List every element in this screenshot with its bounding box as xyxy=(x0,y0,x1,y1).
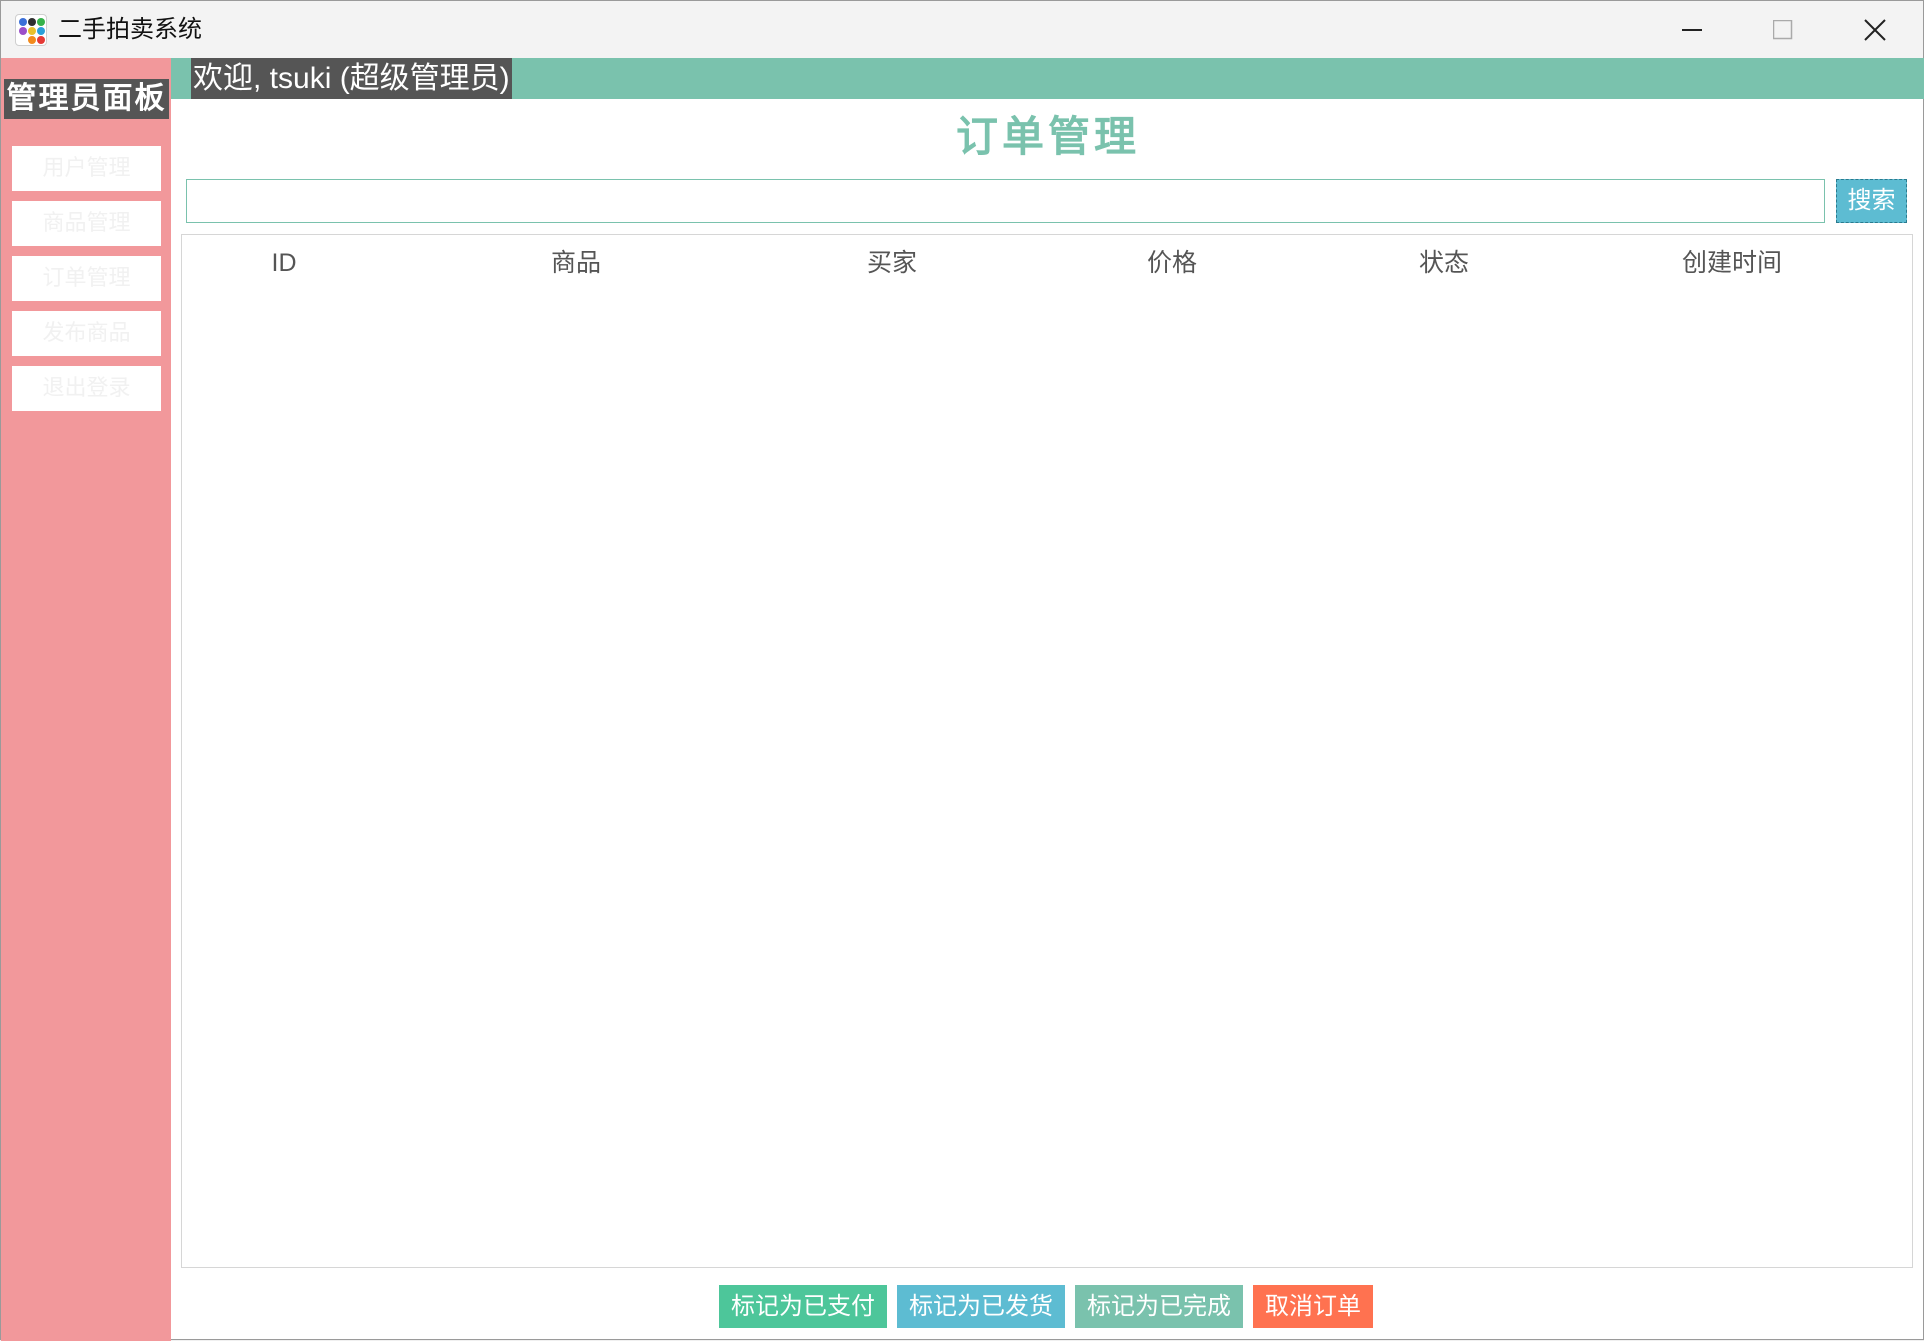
app-logo-icon xyxy=(15,14,47,46)
minimize-icon xyxy=(1682,28,1702,31)
column-header-status[interactable]: 状态 xyxy=(1364,245,1524,281)
sidebar-title: 管理员面板 xyxy=(4,79,169,119)
sidebar-item-logout[interactable]: 退出登录 xyxy=(12,366,161,411)
window-title: 二手拍卖系统 xyxy=(58,15,202,43)
column-header-price[interactable]: 价格 xyxy=(1092,245,1252,281)
maximize-button[interactable] xyxy=(1737,1,1829,58)
welcome-bar: 欢迎, tsuki (超级管理员) xyxy=(171,58,1924,99)
close-icon xyxy=(1864,18,1886,41)
search-input[interactable] xyxy=(186,179,1825,223)
minimize-button[interactable] xyxy=(1646,1,1738,58)
sidebar-item-user-management[interactable]: 用户管理 xyxy=(12,146,161,191)
close-button[interactable] xyxy=(1829,1,1921,58)
mark-paid-button[interactable]: 标记为已支付 xyxy=(719,1285,887,1328)
search-button[interactable]: 搜索 xyxy=(1836,179,1907,223)
page-title: 订单管理 xyxy=(955,112,1140,161)
column-header-product[interactable]: 商品 xyxy=(496,245,656,281)
column-header-created-time[interactable]: 创建时间 xyxy=(1632,245,1832,281)
sidebar-item-product-management[interactable]: 商品管理 xyxy=(12,201,161,246)
column-header-buyer[interactable]: 买家 xyxy=(812,245,972,281)
sidebar-item-order-management[interactable]: 订单管理 xyxy=(12,256,161,301)
cancel-order-button[interactable]: 取消订单 xyxy=(1253,1285,1373,1328)
maximize-icon xyxy=(1773,19,1793,39)
mark-completed-button[interactable]: 标记为已完成 xyxy=(1075,1285,1243,1328)
sidebar: 管理员面板 用户管理 商品管理 订单管理 发布商品 退出登录 xyxy=(1,58,171,1341)
welcome-text: 欢迎, tsuki (超级管理员) xyxy=(191,58,512,99)
mark-shipped-button[interactable]: 标记为已发货 xyxy=(897,1285,1065,1328)
title-bar[interactable]: 二手拍卖系统 xyxy=(1,1,1923,58)
orders-table[interactable]: ID 商品 买家 价格 状态 创建时间 xyxy=(181,234,1913,1268)
column-header-id[interactable]: ID xyxy=(234,245,334,281)
sidebar-item-publish-product[interactable]: 发布商品 xyxy=(12,311,161,356)
app-window: 二手拍卖系统 管理员面板 用户管理 商品管理 订单管理 发布商品 退出登录 欢迎… xyxy=(0,0,1924,1341)
